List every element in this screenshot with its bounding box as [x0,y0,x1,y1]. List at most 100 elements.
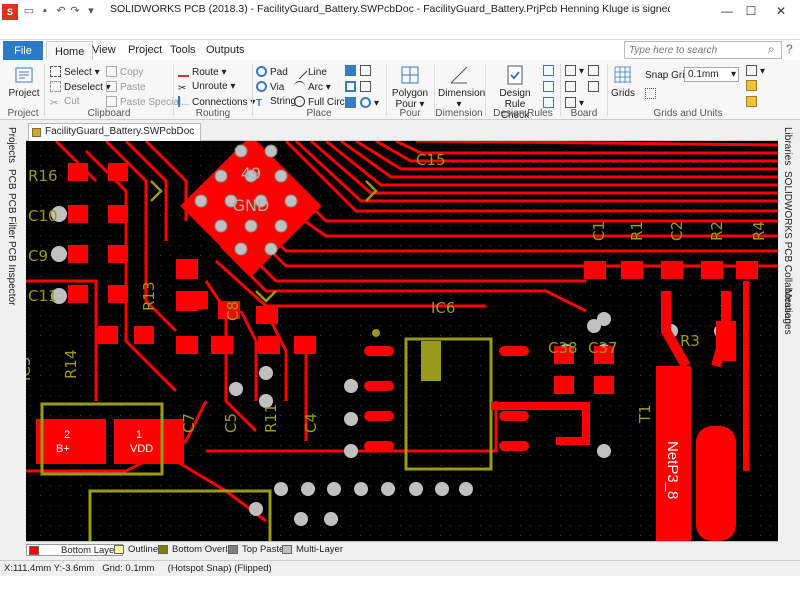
layer-tab-top-paste[interactable]: Top Paste [228,544,284,556]
units-button[interactable] [746,80,760,92]
layer-tab-bottom-overlay[interactable]: Bottom Overlay [158,544,237,556]
status-text: X:111.4mm Y:-3.6mm Grid: 0.1mm (Hotspot … [4,563,272,574]
panel-tab-libraries[interactable]: Libraries [782,127,793,165]
designator-ic6: IC6 [431,299,455,317]
wizard-icon [543,81,554,92]
quick-access-dropdown-icon[interactable]: ▾ [84,4,98,18]
layer-tab-bottom-layer[interactable]: Bottom Layer [26,544,123,556]
designator-c7: C7 [180,413,198,433]
group-label-design-rules: Design Rules [493,108,553,119]
panel-tab-pcb-filter[interactable]: PCB Filter [6,193,17,239]
via-icon [256,81,267,92]
paste-button[interactable]: Paste [106,81,146,93]
group-label-project: Project [7,108,39,119]
route-button[interactable]: Route ▾ [178,66,227,78]
panel-tab-messages[interactable]: Messages [782,289,793,335]
app-logo-icon[interactable]: S [2,4,18,20]
layer-tab-bar: Bottom Layer Outline Bottom Overlay Top … [26,541,778,557]
connections-button[interactable]: Connections ▾ [178,96,255,108]
place-fill-button[interactable] [345,65,359,77]
ruler-icon [746,80,757,91]
undo-icon[interactable]: ↶ [54,4,68,18]
place-3d-body-button[interactable] [360,65,374,77]
unroute-button[interactable]: ✂ Unroute ▾ [178,81,235,94]
panel-tab-projects[interactable]: Projects [6,127,17,163]
save-icon[interactable]: ▪ [38,4,52,18]
designator-r13: R13 [140,281,158,311]
options-icon [565,81,576,92]
tab-file[interactable]: File [3,41,43,60]
new-doc-icon[interactable]: ▭ [22,4,36,18]
title-bar: S ▭ ▪ ↶ ↷ ▾ SOLIDWORKS PCB (2018.3) - Fa… [0,0,800,40]
designator-c11: C11 [28,287,58,305]
snap-icon [746,65,757,76]
search-icon[interactable]: ⌕ [768,42,775,57]
project-button[interactable]: Project [6,64,42,99]
document-tab[interactable]: FacilityGuard_Battery.SWPcbDoc [28,123,202,141]
place-via-button[interactable]: Via [256,81,284,93]
designator-r4: R4 [750,221,768,241]
group-label-dimension: Dimension [435,108,483,119]
unroute-icon: ✂ [178,83,187,94]
layer-color-swatch [29,546,39,555]
designator-c5: C5 [222,413,240,433]
tab-outputs[interactable]: Outputs [198,40,253,60]
designator-ic5: IC5 [26,357,34,381]
board-insight-button[interactable] [588,81,602,93]
dimension-button[interactable]: Dimension ▾ [438,64,485,110]
grid-dots-button[interactable] [645,88,659,100]
tab-view[interactable]: View [84,40,124,60]
deselect-button[interactable]: Deselect ▾ [50,81,111,93]
polygon-pour-button[interactable]: Polygon Pour ▾ [390,64,430,110]
place-full-circle-button[interactable]: Full Circle [294,96,352,108]
designator-c8: C8 [224,301,242,321]
region-icon [345,81,356,92]
pcb-canvas[interactable]: 49 GND 2 B+ 1 VDD R16 C10 C9 C11 C15 R13… [26,141,778,541]
designator-r14: R14 [62,349,80,379]
desktop-background [0,576,800,600]
polygon-pour-icon [401,66,419,84]
place-component-button[interactable] [360,81,374,93]
designator-r2: R2 [708,221,726,241]
snap-options-button[interactable]: ▾ [746,65,765,77]
redo-icon[interactable]: ↷ [68,4,82,18]
route-icon [178,66,189,77]
panel-tab-pcb-inspector[interactable]: PCB Inspector [6,241,17,305]
stack-icon [565,97,576,108]
maximize-button[interactable]: ☐ [740,2,762,20]
close-button[interactable]: ✕ [764,2,798,20]
place-line-button[interactable]: Line [291,63,327,80]
ribbon: Project Project Select ▾ Deselect ▾ ✂ Cut… [0,60,800,121]
designator-c2: C2 [668,221,686,241]
layer-tab-outline[interactable]: Outline [114,544,158,556]
designator-c1: C1 [590,221,608,241]
layer-tab-multi-layer[interactable]: Multi-Layer [282,544,343,556]
copy-button[interactable]: Copy [106,66,143,78]
board-layers-button[interactable] [588,65,602,77]
rules-button[interactable] [543,65,557,77]
grid-dots-icon [645,88,656,99]
grids-button[interactable]: Grids [610,64,636,99]
minimize-button[interactable]: — [716,2,738,20]
rule-wizard-button[interactable] [543,81,557,93]
board-options-button[interactable] [565,81,579,93]
paste-special-button[interactable]: Paste Special... [106,96,189,108]
place-pad-button[interactable]: Pad [256,66,288,78]
units-metric-button[interactable] [746,96,760,108]
pad-number-1: 1 [136,429,142,441]
snap-grid-select[interactable]: 0.1mm ▾ [684,67,739,82]
place-region-button[interactable] [345,81,359,93]
place-arc-button[interactable]: Arc ▾ [294,81,331,93]
net-label: NetP3_8 [664,441,681,499]
chip-pin-label: 49 [241,164,261,183]
select-button[interactable]: Select ▾ [50,66,100,78]
group-label-clipboard: Clipboard [87,108,131,119]
panel-tab-pcb[interactable]: PCB [6,169,17,190]
dimension-icon [450,66,468,84]
help-icon[interactable]: ? [786,42,793,56]
designator-r11: R11 [262,403,280,433]
line-icon [291,63,308,80]
board-shape-button[interactable]: ▾ [565,65,584,77]
pad-number-2: 2 [64,429,70,441]
search-input[interactable] [624,41,782,59]
